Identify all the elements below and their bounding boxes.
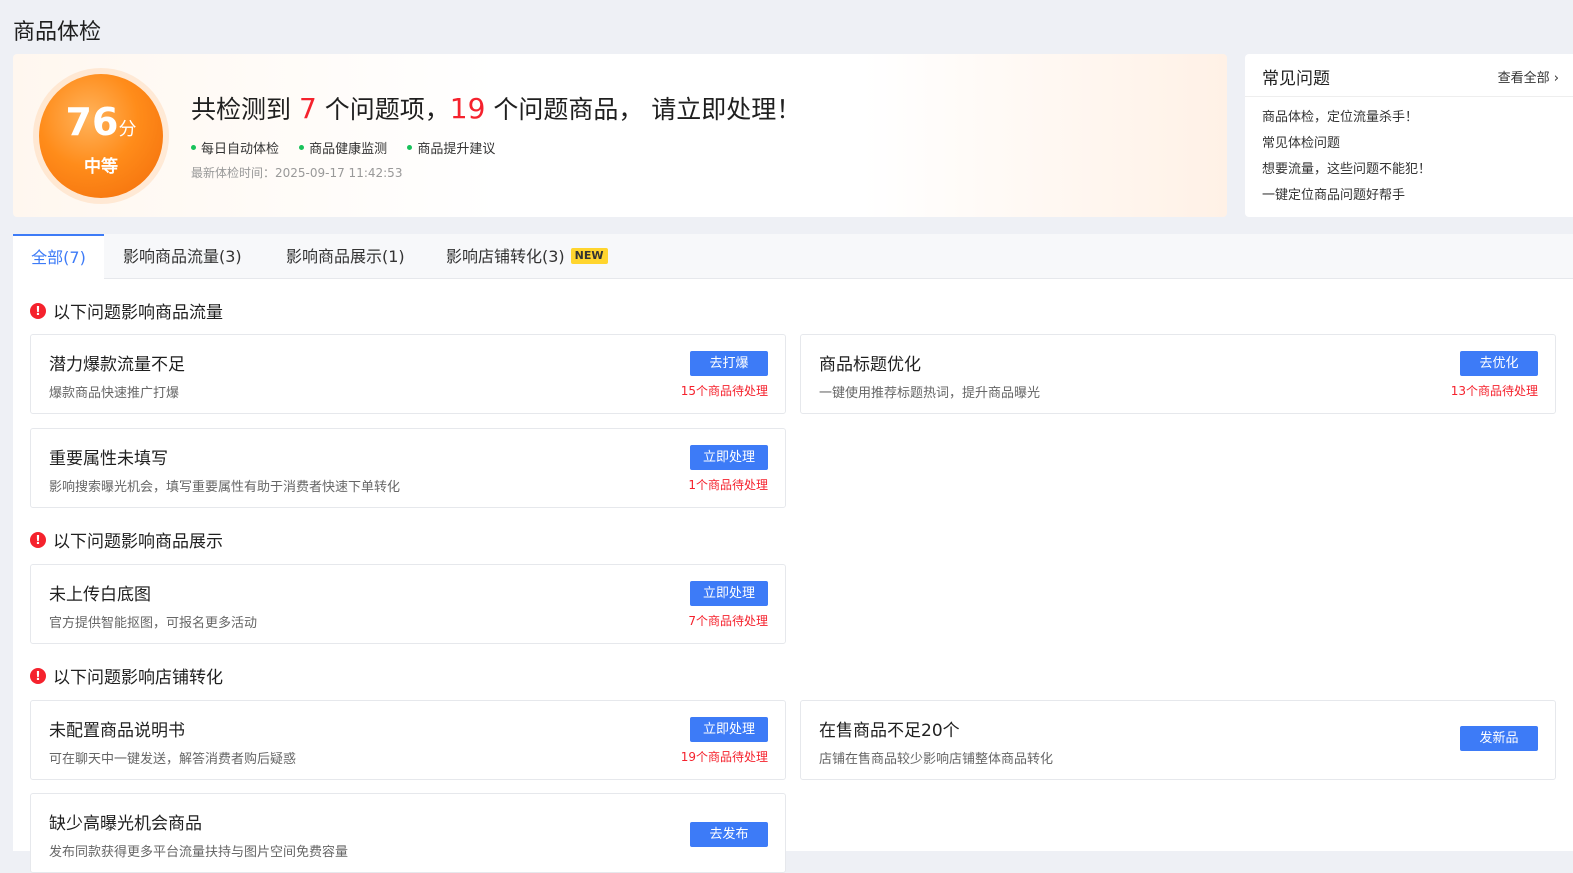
issue-count: 7 bbox=[298, 92, 317, 125]
pending-count: 13个商品待处理 bbox=[1450, 384, 1538, 398]
feature-item: 商品提升建议 bbox=[407, 138, 495, 157]
pending-count: 19个商品待处理 bbox=[680, 750, 768, 764]
green-dot-icon bbox=[407, 145, 413, 150]
faq-item[interactable]: 商品体检，定位流量杀手！ bbox=[1245, 105, 1573, 131]
chevron-right-icon: › bbox=[1553, 71, 1559, 86]
card-desc: 官方提供智能抠图，可报名更多活动 bbox=[49, 616, 258, 631]
feature-list: 每日自动体检 商品健康监测 商品提升建议 bbox=[191, 138, 511, 157]
issue-card: 在售商品不足20个 店铺在售商品较少影响店铺整体商品转化 发新品 bbox=[800, 700, 1556, 780]
tab-display[interactable]: 影响商品展示(1) bbox=[286, 234, 405, 278]
card-action-button[interactable]: 立即处理 bbox=[690, 581, 768, 606]
faq-view-all-link[interactable]: 查看全部 › bbox=[1498, 67, 1559, 86]
card-title: 在售商品不足20个 bbox=[819, 721, 960, 741]
faq-panel: 常见问题 查看全部 › 商品体检，定位流量杀手！ 常见体检问题 想要流量，这些问… bbox=[1245, 54, 1573, 217]
card-desc: 一键使用推荐标题热词，提升商品曝光 bbox=[819, 386, 1041, 401]
card-desc: 爆款商品快速推广打爆 bbox=[49, 386, 180, 401]
warning-icon: ! bbox=[30, 303, 46, 319]
card-title: 重要属性未填写 bbox=[49, 449, 168, 469]
pending-count: 1个商品待处理 bbox=[688, 478, 768, 492]
score-value: 76分 bbox=[65, 100, 137, 144]
section-title-traffic: ! 以下问题影响商品流量 bbox=[30, 298, 223, 323]
new-badge: NEW bbox=[570, 247, 608, 264]
score-unit: 分 bbox=[118, 119, 137, 140]
faq-item[interactable]: 想要流量，这些问题不能犯！ bbox=[1245, 157, 1573, 183]
card-title: 缺少高曝光机会商品 bbox=[49, 814, 202, 834]
green-dot-icon bbox=[191, 145, 196, 150]
faq-item[interactable]: 常见体检问题 bbox=[1245, 131, 1573, 157]
score-level: 中等 bbox=[84, 157, 118, 177]
summary-headline: 共检测到 7 个问题项，19 个问题商品， 请立即处理！ bbox=[191, 92, 802, 125]
section-title-conversion: ! 以下问题影响店铺转化 bbox=[30, 663, 223, 688]
score-badge: 76分 中等 bbox=[39, 74, 163, 198]
issue-card: 缺少高曝光机会商品 发布同款获得更多平台流量扶持与图片空间免费容量 去发布 bbox=[30, 793, 786, 873]
check-time: 最新体检时间：2025-09-17 11:42:53 bbox=[191, 166, 403, 180]
warning-icon: ! bbox=[30, 532, 46, 548]
pending-count: 15个商品待处理 bbox=[680, 384, 768, 398]
issue-card: 潜力爆款流量不足 爆款商品快速推广打爆 去打爆 15个商品待处理 bbox=[30, 334, 786, 414]
card-desc: 可在聊天中一键发送，解答消费者购后疑惑 bbox=[49, 752, 297, 767]
page-title: 商品体检 bbox=[13, 20, 102, 45]
card-title: 商品标题优化 bbox=[819, 355, 921, 375]
summary-card: 76分 中等 共检测到 7 个问题项，19 个问题商品， 请立即处理！ 每日自动… bbox=[13, 54, 1227, 217]
feature-item: 商品健康监测 bbox=[299, 138, 387, 157]
card-action-button[interactable]: 去发布 bbox=[690, 822, 768, 847]
tab-all[interactable]: 全部(7) bbox=[13, 234, 104, 279]
card-desc: 店铺在售商品较少影响店铺整体商品转化 bbox=[819, 752, 1054, 767]
product-count: 19 bbox=[449, 92, 486, 125]
card-action-button[interactable]: 立即处理 bbox=[690, 717, 768, 742]
card-title: 未上传白底图 bbox=[49, 585, 151, 605]
issue-card: 重要属性未填写 影响搜索曝光机会，填写重要属性有助于消费者快速下单转化 立即处理… bbox=[30, 428, 786, 508]
card-action-button[interactable]: 发新品 bbox=[1460, 726, 1538, 751]
card-title: 潜力爆款流量不足 bbox=[49, 355, 185, 375]
warning-icon: ! bbox=[30, 668, 46, 684]
card-action-button[interactable]: 立即处理 bbox=[690, 445, 768, 470]
feature-item: 每日自动体检 bbox=[191, 138, 279, 157]
issue-card: 商品标题优化 一键使用推荐标题热词，提升商品曝光 去优化 13个商品待处理 bbox=[800, 334, 1556, 414]
card-action-button[interactable]: 去打爆 bbox=[690, 351, 768, 376]
card-desc: 影响搜索曝光机会，填写重要属性有助于消费者快速下单转化 bbox=[49, 480, 401, 495]
section-title-display: ! 以下问题影响商品展示 bbox=[30, 527, 223, 552]
issue-card: 未配置商品说明书 可在聊天中一键发送，解答消费者购后疑惑 立即处理 19个商品待… bbox=[30, 700, 786, 780]
card-action-button[interactable]: 去优化 bbox=[1460, 351, 1538, 376]
faq-item[interactable]: 一键定位商品问题好帮手 bbox=[1245, 183, 1573, 209]
tab-traffic[interactable]: 影响商品流量(3) bbox=[123, 234, 242, 278]
tab-bar: 全部(7) 影响商品流量(3) 影响商品展示(1) 影响店铺转化(3) NEW bbox=[13, 234, 1573, 279]
faq-title: 常见问题 bbox=[1262, 69, 1330, 89]
issue-card: 未上传白底图 官方提供智能抠图，可报名更多活动 立即处理 7个商品待处理 bbox=[30, 564, 786, 644]
card-title: 未配置商品说明书 bbox=[49, 721, 185, 741]
pending-count: 7个商品待处理 bbox=[688, 614, 768, 628]
green-dot-icon bbox=[299, 145, 305, 150]
tab-conversion[interactable]: 影响店铺转化(3) NEW bbox=[446, 234, 608, 278]
